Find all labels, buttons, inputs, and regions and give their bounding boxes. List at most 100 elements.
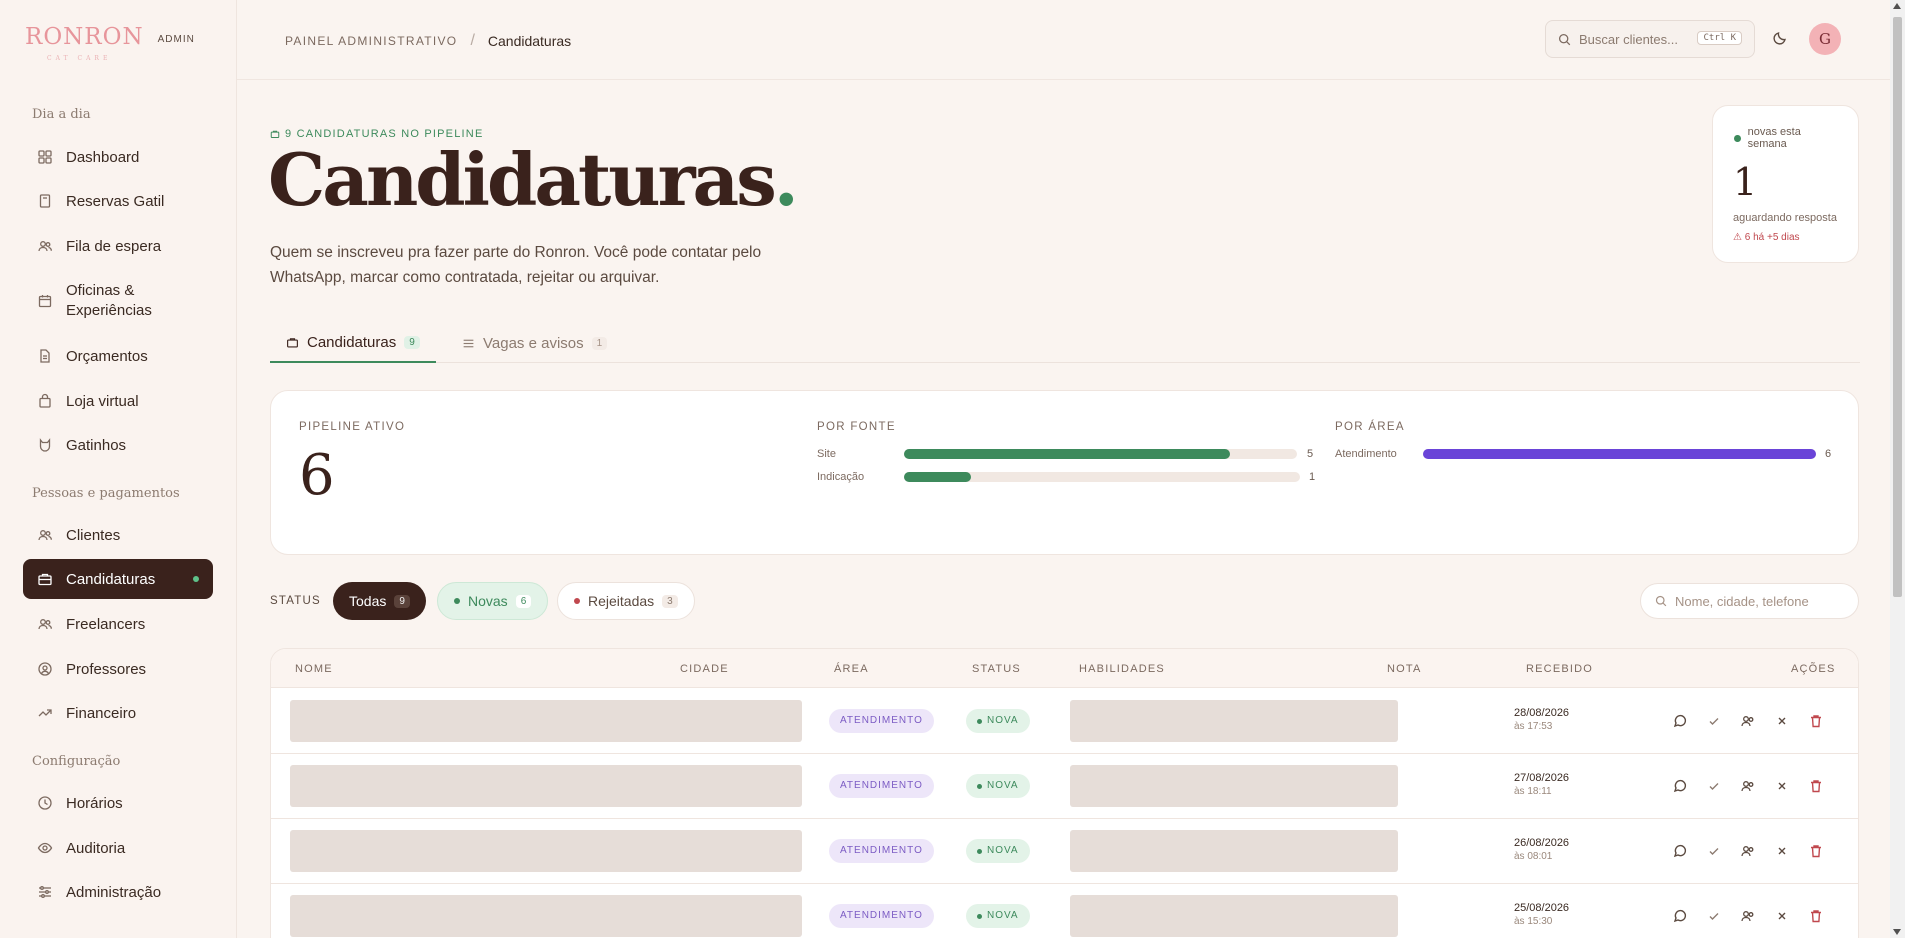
whatsapp-icon[interactable] (1672, 843, 1688, 859)
trend-icon (38, 709, 52, 717)
sidebar-item-auditoria[interactable]: Auditoria (23, 828, 213, 868)
tab-candidaturas[interactable]: Candidaturas 9 (270, 323, 436, 363)
moon-icon[interactable] (1772, 30, 1788, 46)
table-header: NOME CIDADE ÁREA STATUS HABILIDADES NOTA… (271, 649, 1858, 688)
pipeline-value: 6 (299, 443, 335, 508)
close-icon[interactable] (1774, 843, 1790, 859)
skills-placeholder (1070, 830, 1398, 872)
column-header-habilidades[interactable]: HABILIDADES (1079, 663, 1165, 675)
sidebar-item-clientes[interactable]: Clientes (23, 515, 213, 555)
weekly-sub: aguardando resposta (1733, 212, 1837, 224)
skills-placeholder (1070, 765, 1398, 807)
source-bar-value: 5 (1307, 448, 1314, 460)
status-dot (977, 718, 982, 724)
scrollbar-thumb[interactable] (1893, 17, 1902, 597)
brand[interactable]: RONRON CAT CARE ADMIN (25, 26, 195, 63)
table-row[interactable]: ATENDIMENTO NOVA 27/08/2026 às 18:11 (271, 754, 1858, 819)
received-time: às 08:01 (1514, 851, 1553, 862)
sidebar-item-administracao[interactable]: Administração (23, 872, 213, 912)
row-actions (1672, 713, 1824, 729)
tab-vagas[interactable]: Vagas e avisos 1 (446, 323, 623, 363)
column-header-status[interactable]: STATUS (972, 663, 1021, 675)
sidebar-item-candidaturas[interactable]: Candidaturas (23, 559, 213, 599)
check-icon[interactable] (1706, 778, 1722, 794)
filter-rejected-button[interactable]: Rejeitadas 3 (557, 582, 695, 620)
status-filter-label: STATUS (270, 595, 321, 607)
received-date-text: 25/08/2026 (1514, 902, 1570, 914)
sidebar-item-oficinas[interactable]: Oficinas & Experiências (23, 277, 213, 325)
trash-icon[interactable] (1808, 843, 1824, 859)
sidebar-item-label: Reservas Gatil (66, 192, 165, 210)
active-indicator-dot (193, 576, 199, 582)
whatsapp-icon[interactable] (1672, 713, 1688, 729)
users-icon[interactable] (1740, 713, 1756, 729)
area-row-label: Atendimento (1335, 448, 1397, 460)
topbar: PAINEL ADMINISTRATIVO / Candidaturas Bus… (237, 0, 1890, 80)
close-icon[interactable] (1774, 713, 1790, 729)
search-icon (1558, 33, 1571, 45)
sidebar-item-freelancers[interactable]: Freelancers (23, 604, 213, 644)
column-header-cidade[interactable]: CIDADE (680, 663, 729, 675)
sidebar-item-loja[interactable]: Loja virtual (23, 381, 213, 421)
table-row[interactable]: ATENDIMENTO NOVA 26/08/2026 às 08:01 (271, 819, 1858, 884)
scroll-up-arrow-icon[interactable] (1893, 3, 1901, 9)
filter-new-button[interactable]: Novas 6 (437, 582, 549, 620)
row-actions (1672, 778, 1824, 794)
breadcrumb-root[interactable]: PAINEL ADMINISTRATIVO (285, 34, 457, 48)
sidebar-item-label: Loja virtual (66, 392, 139, 410)
close-icon[interactable] (1774, 908, 1790, 924)
trash-icon[interactable] (1808, 778, 1824, 794)
whatsapp-icon[interactable] (1672, 778, 1688, 794)
sidebar-item-horarios[interactable]: Horários (23, 783, 213, 823)
column-header-recebido[interactable]: RECEBIDO (1526, 663, 1593, 675)
sidebar-item-financeiro[interactable]: Financeiro (23, 693, 213, 733)
status-badge: NOVA (966, 709, 1030, 733)
name-city-placeholder (290, 895, 802, 937)
check-icon[interactable] (1706, 713, 1722, 729)
scroll-down-arrow-icon[interactable] (1893, 929, 1901, 935)
column-header-nome[interactable]: NOME (295, 663, 333, 675)
filter-all-button[interactable]: Todas 9 (333, 582, 426, 620)
users-icon[interactable] (1740, 908, 1756, 924)
filter-count: 9 (394, 594, 410, 608)
table-row[interactable]: ATENDIMENTO NOVA 25/08/2026 às 15:30 (271, 884, 1858, 938)
whatsapp-icon[interactable] (1672, 908, 1688, 924)
search-shortcut: Ctrl K (1697, 31, 1742, 45)
sidebar-item-gatinhos[interactable]: Gatinhos (23, 425, 213, 465)
name-city-placeholder (290, 830, 802, 872)
sidebar-item-orcamentos[interactable]: Orçamentos (23, 336, 213, 376)
sidebar-item-professores[interactable]: Professores (23, 649, 213, 689)
candidate-search-input[interactable]: Nome, cidade, telefone (1640, 583, 1859, 619)
brand-logo: RONRON CAT CARE (25, 26, 144, 63)
status-badge: NOVA (966, 774, 1030, 798)
area-bar-value: 6 (1825, 448, 1832, 460)
sidebar-item-dashboard[interactable]: Dashboard (23, 137, 213, 177)
search-placeholder: Nome, cidade, telefone (1675, 593, 1809, 609)
trash-icon[interactable] (1808, 908, 1824, 924)
status-dot (977, 848, 982, 854)
page-scrollbar[interactable] (1890, 0, 1905, 938)
users-icon (38, 619, 52, 630)
name-city-placeholder (290, 700, 802, 742)
check-icon[interactable] (1706, 843, 1722, 859)
search-input[interactable]: Buscar clientes... Ctrl K (1545, 20, 1755, 58)
column-header-area[interactable]: ÁREA (834, 663, 869, 675)
avatar[interactable]: G (1809, 23, 1841, 55)
trash-icon[interactable] (1808, 713, 1824, 729)
filter-label: Novas (468, 593, 508, 609)
sidebar-item-fila[interactable]: Fila de espera (23, 226, 213, 266)
area-label: POR ÁREA (1335, 421, 1405, 433)
check-icon[interactable] (1706, 908, 1722, 924)
sidebar-item-reservas[interactable]: Reservas Gatil (23, 181, 213, 221)
breadcrumb-separator: / (470, 32, 475, 49)
column-header-nota[interactable]: NOTA (1387, 663, 1422, 675)
close-icon[interactable] (1774, 778, 1790, 794)
received-date: 26/08/2026 às 08:01 (1514, 836, 1569, 864)
received-time: às 17:53 (1514, 721, 1553, 732)
table-row[interactable]: ATENDIMENTO NOVA 28/08/2026 às 17:53 (271, 689, 1858, 754)
skills-placeholder (1070, 895, 1398, 937)
book-icon (39, 194, 51, 208)
source-row-label: Indicação (817, 471, 865, 483)
users-icon[interactable] (1740, 843, 1756, 859)
users-icon[interactable] (1740, 778, 1756, 794)
